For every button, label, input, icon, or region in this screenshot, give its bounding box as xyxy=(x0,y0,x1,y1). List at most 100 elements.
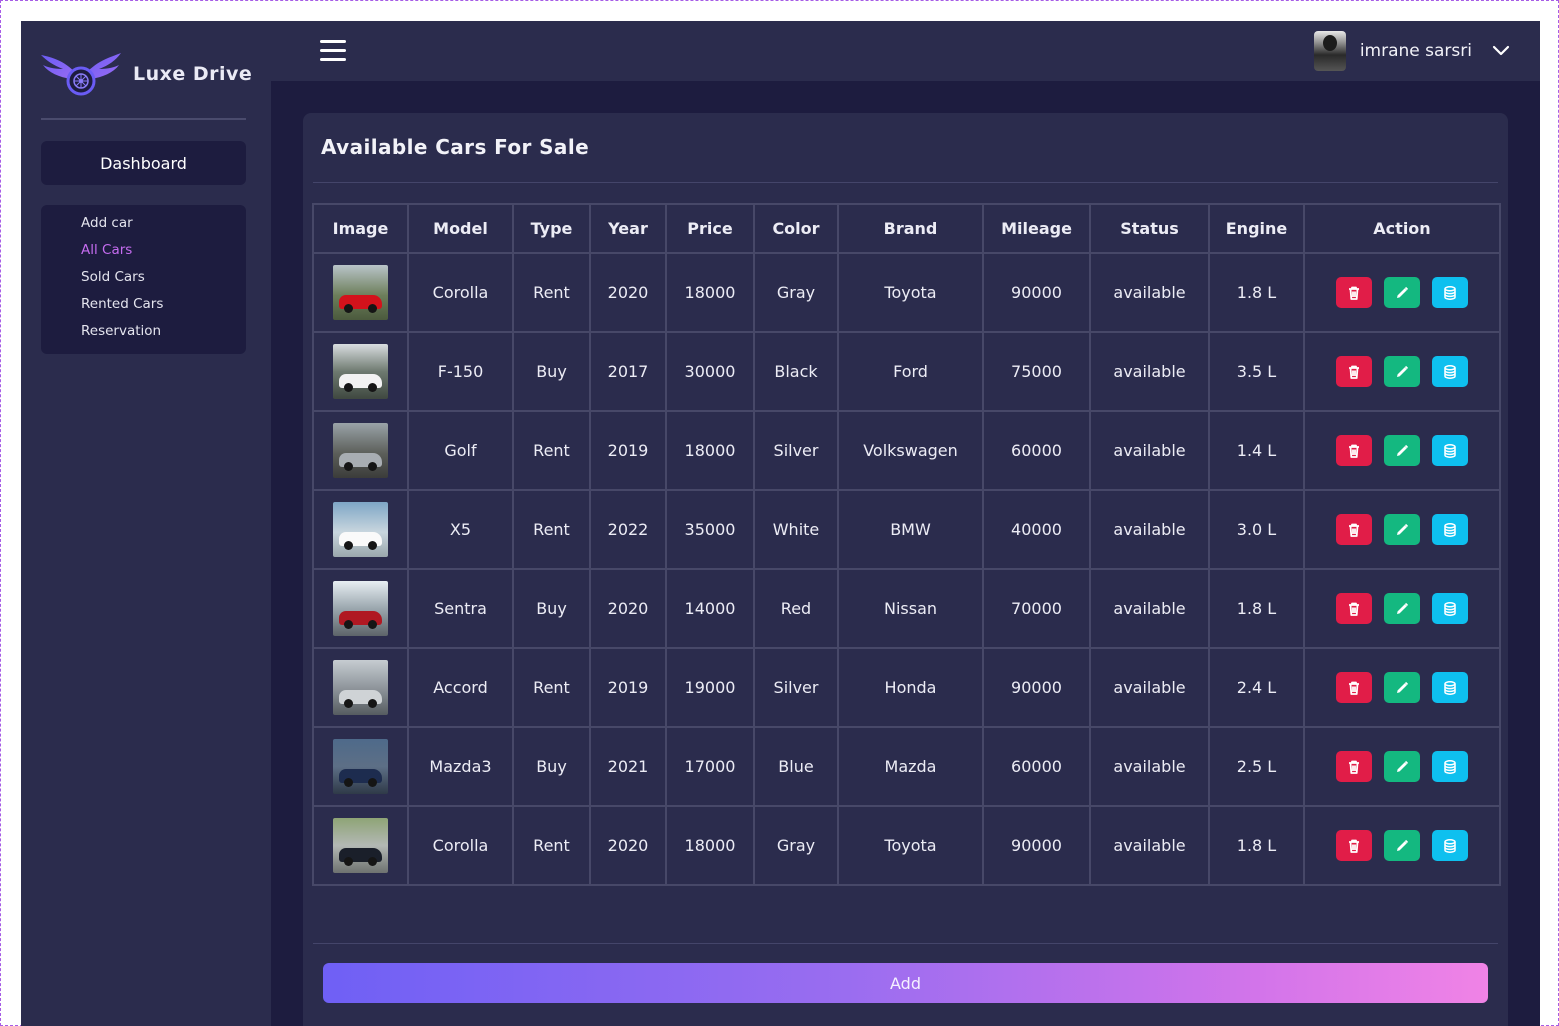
cell-price: 14000 xyxy=(665,568,755,649)
cell-year: 2019 xyxy=(589,410,667,491)
sidebar-item-add-car[interactable]: Add car xyxy=(81,215,246,242)
cell-action xyxy=(1303,805,1501,886)
cell-model: F-150 xyxy=(407,331,514,412)
page-title: Available Cars For Sale xyxy=(321,135,590,159)
cell-status: available xyxy=(1089,726,1210,807)
details-button[interactable] xyxy=(1432,751,1468,782)
sidebar-item-reservation[interactable]: Reservation xyxy=(81,323,246,350)
column-header-status: Status xyxy=(1089,203,1210,254)
cell-price: 18000 xyxy=(665,805,755,886)
details-button[interactable] xyxy=(1432,356,1468,387)
cell-color: Black xyxy=(753,331,839,412)
cell-brand: Volkswagen xyxy=(837,410,984,491)
details-button[interactable] xyxy=(1432,514,1468,545)
cell-image xyxy=(312,252,409,333)
cars-table: Image Model Type Year Price Color Brand … xyxy=(312,203,1501,886)
delete-button[interactable] xyxy=(1336,751,1372,782)
cell-year: 2017 xyxy=(589,331,667,412)
title-divider xyxy=(313,182,1498,183)
cell-action xyxy=(1303,331,1501,412)
delete-button[interactable] xyxy=(1336,435,1372,466)
edit-button[interactable] xyxy=(1384,514,1420,545)
cell-status: available xyxy=(1089,489,1210,570)
cell-year: 2020 xyxy=(589,252,667,333)
car-photo xyxy=(333,265,388,320)
cell-action xyxy=(1303,252,1501,333)
cell-price: 18000 xyxy=(665,252,755,333)
edit-button[interactable] xyxy=(1384,277,1420,308)
brand[interactable]: Luxe Drive xyxy=(39,49,252,99)
cell-engine: 2.5 L xyxy=(1208,726,1305,807)
cell-color: Silver xyxy=(753,410,839,491)
pencil-icon xyxy=(1394,759,1410,775)
cell-type: Rent xyxy=(512,647,591,728)
cell-image xyxy=(312,410,409,491)
trash-icon xyxy=(1346,838,1362,854)
cars-card: Available Cars For Sale Image Model Type… xyxy=(303,113,1508,1026)
cell-status: available xyxy=(1089,647,1210,728)
table-row: Mazda3 Buy 2021 17000 Blue Mazda 60000 availabl… xyxy=(312,726,1501,807)
delete-button[interactable] xyxy=(1336,593,1372,624)
page-frame: Luxe Drive Dashboard Add car All Cars So… xyxy=(0,0,1559,1026)
delete-button[interactable] xyxy=(1336,514,1372,545)
edit-button[interactable] xyxy=(1384,435,1420,466)
car-photo xyxy=(333,660,388,715)
cell-price: 30000 xyxy=(665,331,755,412)
column-header-type: Type xyxy=(512,203,591,254)
details-button[interactable] xyxy=(1432,830,1468,861)
table-row: Corolla Rent 2020 18000 Gray Toyota 90000 avail… xyxy=(312,252,1501,333)
database-icon xyxy=(1442,522,1458,538)
edit-button[interactable] xyxy=(1384,672,1420,703)
app-window: Luxe Drive Dashboard Add car All Cars So… xyxy=(21,21,1540,1026)
details-button[interactable] xyxy=(1432,435,1468,466)
edit-button[interactable] xyxy=(1384,593,1420,624)
cell-mileage: 75000 xyxy=(982,331,1091,412)
delete-button[interactable] xyxy=(1336,277,1372,308)
table-row: Accord Rent 2019 19000 Silver Honda 90000 avail… xyxy=(312,647,1501,728)
cell-brand: Mazda xyxy=(837,726,984,807)
cell-mileage: 90000 xyxy=(982,805,1091,886)
column-header-brand: Brand xyxy=(837,203,984,254)
cell-model: Mazda3 xyxy=(407,726,514,807)
edit-button[interactable] xyxy=(1384,830,1420,861)
pencil-icon xyxy=(1394,285,1410,301)
cell-price: 18000 xyxy=(665,410,755,491)
cell-type: Rent xyxy=(512,489,591,570)
avatar xyxy=(1313,31,1346,71)
details-button[interactable] xyxy=(1432,593,1468,624)
cars-submenu: Add car All Cars Sold Cars Rented Cars R… xyxy=(41,205,246,354)
cell-status: available xyxy=(1089,568,1210,649)
column-header-model: Model xyxy=(407,203,514,254)
database-icon xyxy=(1442,443,1458,459)
sidebar-item-all-cars[interactable]: All Cars xyxy=(81,242,246,269)
details-button[interactable] xyxy=(1432,672,1468,703)
delete-button[interactable] xyxy=(1336,672,1372,703)
edit-button[interactable] xyxy=(1384,751,1420,782)
details-button[interactable] xyxy=(1432,277,1468,308)
database-icon xyxy=(1442,759,1458,775)
cell-model: Corolla xyxy=(407,252,514,333)
column-header-image: Image xyxy=(312,203,409,254)
cell-model: Accord xyxy=(407,647,514,728)
database-icon xyxy=(1442,838,1458,854)
cell-brand: Nissan xyxy=(837,568,984,649)
sidebar-item-sold-cars[interactable]: Sold Cars xyxy=(81,269,246,296)
sidebar-item-rented-cars[interactable]: Rented Cars xyxy=(81,296,246,323)
sidebar-item-dashboard[interactable]: Dashboard xyxy=(41,141,246,185)
cell-mileage: 60000 xyxy=(982,410,1091,491)
chevron-down-icon[interactable] xyxy=(1492,45,1510,57)
cell-mileage: 60000 xyxy=(982,726,1091,807)
cell-mileage: 40000 xyxy=(982,489,1091,570)
cell-engine: 1.8 L xyxy=(1208,805,1305,886)
cell-type: Buy xyxy=(512,331,591,412)
delete-button[interactable] xyxy=(1336,356,1372,387)
user-menu[interactable]: imrane sarsri xyxy=(1313,31,1510,71)
edit-button[interactable] xyxy=(1384,356,1420,387)
cell-engine: 1.8 L xyxy=(1208,568,1305,649)
hamburger-icon[interactable] xyxy=(320,40,346,62)
add-button[interactable]: Add xyxy=(323,963,1488,1003)
trash-icon xyxy=(1346,680,1362,696)
brand-name: Luxe Drive xyxy=(133,63,253,85)
cell-type: Buy xyxy=(512,568,591,649)
delete-button[interactable] xyxy=(1336,830,1372,861)
